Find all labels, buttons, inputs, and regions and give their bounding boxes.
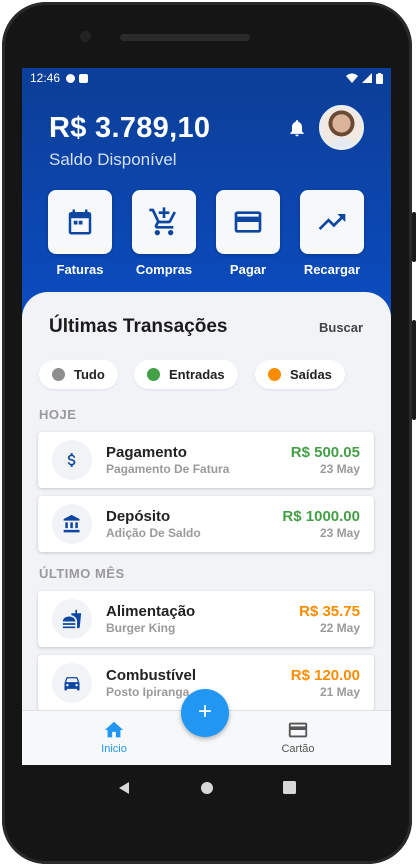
transaction-date: 21 May [319, 685, 360, 699]
transaction-name: Pagamento [106, 444, 187, 461]
recents-icon[interactable] [283, 781, 297, 794]
transaction-description: Adição De Saldo [106, 526, 201, 540]
user-avatar[interactable] [319, 105, 364, 150]
transaction-item[interactable]: Alimentação Burger King R$ 35.75 22 May [38, 591, 374, 647]
filter-dot [268, 368, 281, 381]
pagar-tile[interactable] [216, 190, 280, 254]
front-camera [80, 31, 91, 42]
bell-icon[interactable] [287, 118, 307, 138]
nav-home[interactable]: Inicio [74, 719, 154, 755]
volume-button [412, 212, 416, 262]
status-time: 12:46 [30, 71, 61, 85]
sd-card-icon [79, 73, 89, 83]
transaction-amount: R$ 500.05 [290, 444, 360, 461]
credit-card-icon [234, 211, 262, 233]
transaction-description: Posto Ipiranga [106, 685, 190, 699]
bank-icon [52, 504, 92, 544]
transaction-name: Alimentação [106, 603, 196, 620]
action-compras[interactable]: Compras [132, 190, 196, 277]
transaction-amount: R$ 1000.00 [282, 508, 360, 525]
home-icon [104, 721, 124, 738]
filter-label: Saídas [290, 367, 332, 382]
balance-label: Saldo Disponível [49, 150, 177, 169]
wifi-icon [346, 73, 358, 83]
transaction-date: 23 May [319, 462, 360, 476]
add-button[interactable]: + [181, 689, 229, 737]
battery-icon [376, 72, 383, 84]
action-label: Compras [135, 262, 193, 277]
action-label: Faturas [56, 262, 104, 277]
filter-tudo[interactable]: Tudo [39, 360, 118, 389]
home-circle-icon[interactable] [200, 781, 214, 795]
nav-card[interactable]: Cartão [258, 719, 338, 755]
search-button[interactable]: Buscar [319, 320, 363, 335]
transaction-amount: R$ 120.00 [290, 667, 360, 684]
transactions-title: Últimas Transações [49, 316, 228, 337]
action-label: Recargar [303, 262, 361, 277]
nav-card-label: Cartão [281, 743, 315, 755]
transaction-item[interactable]: Depósito Adição De Saldo R$ 1000.00 23 M… [38, 496, 374, 552]
transaction-date: 22 May [319, 621, 360, 635]
faturas-tile[interactable] [48, 190, 112, 254]
trending-up-icon [318, 214, 346, 230]
action-faturas[interactable]: Faturas [48, 190, 112, 277]
filter-dot [52, 368, 65, 381]
status-bar: 12:46 [22, 68, 391, 88]
filter-label: Tudo [74, 367, 105, 382]
signal-icon [362, 73, 372, 83]
action-label: Pagar [229, 262, 267, 277]
balance-amount: R$ 3.789,10 [49, 112, 211, 144]
transaction-name: Combustível [106, 667, 197, 684]
cart-plus-icon [149, 207, 176, 236]
transaction-date: 23 May [319, 526, 360, 540]
transaction-amount: R$ 35.75 [299, 603, 360, 620]
credit-card-icon [288, 722, 308, 738]
calendar-icon [68, 209, 92, 235]
action-pagar[interactable]: Pagar [216, 190, 280, 277]
notification-app-icon [66, 73, 76, 83]
filter-label: Entradas [169, 367, 225, 382]
filter-dot [147, 368, 160, 381]
dollar-icon [52, 440, 92, 480]
back-icon[interactable] [117, 781, 131, 795]
filter-saidas[interactable]: Saídas [255, 360, 345, 389]
car-icon [52, 663, 92, 703]
action-recargar[interactable]: Recargar [300, 190, 364, 277]
section-heading: HOJE [39, 407, 77, 422]
compras-tile[interactable] [132, 190, 196, 254]
earpiece-speaker [120, 34, 250, 41]
nav-home-label: Inicio [101, 743, 127, 755]
transactions-card: Últimas Transações Buscar Tudo Entradas … [22, 292, 391, 742]
transaction-description: Burger King [106, 621, 176, 635]
fastfood-icon [52, 599, 92, 639]
filter-entradas[interactable]: Entradas [134, 360, 238, 389]
transaction-name: Depósito [106, 508, 171, 525]
recargar-tile[interactable] [300, 190, 364, 254]
transaction-item[interactable]: Pagamento Pagamento De Fatura R$ 500.05 … [38, 432, 374, 488]
power-button [412, 320, 416, 420]
section-heading: ÚLTIMO MÊS [39, 566, 125, 581]
system-navigation [22, 765, 391, 810]
app-screen: 12:46 R$ 3.789,10 Saldo Disponível Fatur… [22, 68, 391, 765]
balance-header: R$ 3.789,10 Saldo Disponível Faturas Com… [22, 88, 391, 318]
transaction-description: Pagamento De Fatura [106, 462, 230, 476]
